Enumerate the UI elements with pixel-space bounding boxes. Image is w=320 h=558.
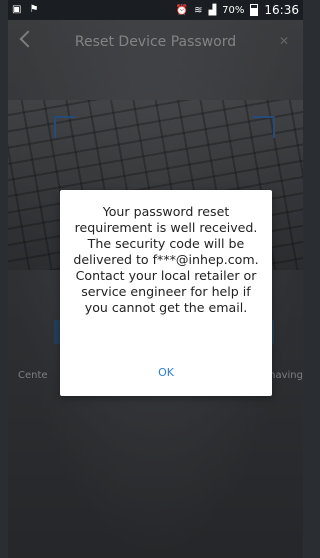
status-time: 16:36 xyxy=(264,3,299,17)
phone-screen: ▣ ⚑ ⏰ ≋ ▟ 70% 16:36 Reset Device Passwor… xyxy=(8,0,303,558)
alarm-icon: ⏰ xyxy=(175,4,189,16)
status-right-icons: ⏰ ≋ ▟ 70% 16:36 xyxy=(176,3,299,17)
signal-icon: ▟ xyxy=(208,4,217,16)
alert-dialog: Your password reset requirement is well … xyxy=(60,190,272,396)
status-bar: ▣ ⚑ ⏰ ≋ ▟ 70% 16:36 xyxy=(8,0,303,20)
flag-notification-icon: ⚑ xyxy=(29,4,39,15)
image-notification-icon: ▣ xyxy=(12,4,22,15)
dialog-message: Your password reset requirement is well … xyxy=(73,204,259,315)
ok-button[interactable]: OK xyxy=(60,366,272,379)
battery-icon xyxy=(250,4,259,16)
battery-percent: 70% xyxy=(222,4,245,16)
status-left-icons: ▣ ⚑ xyxy=(12,4,38,15)
wifi-icon: ≋ xyxy=(194,4,203,16)
